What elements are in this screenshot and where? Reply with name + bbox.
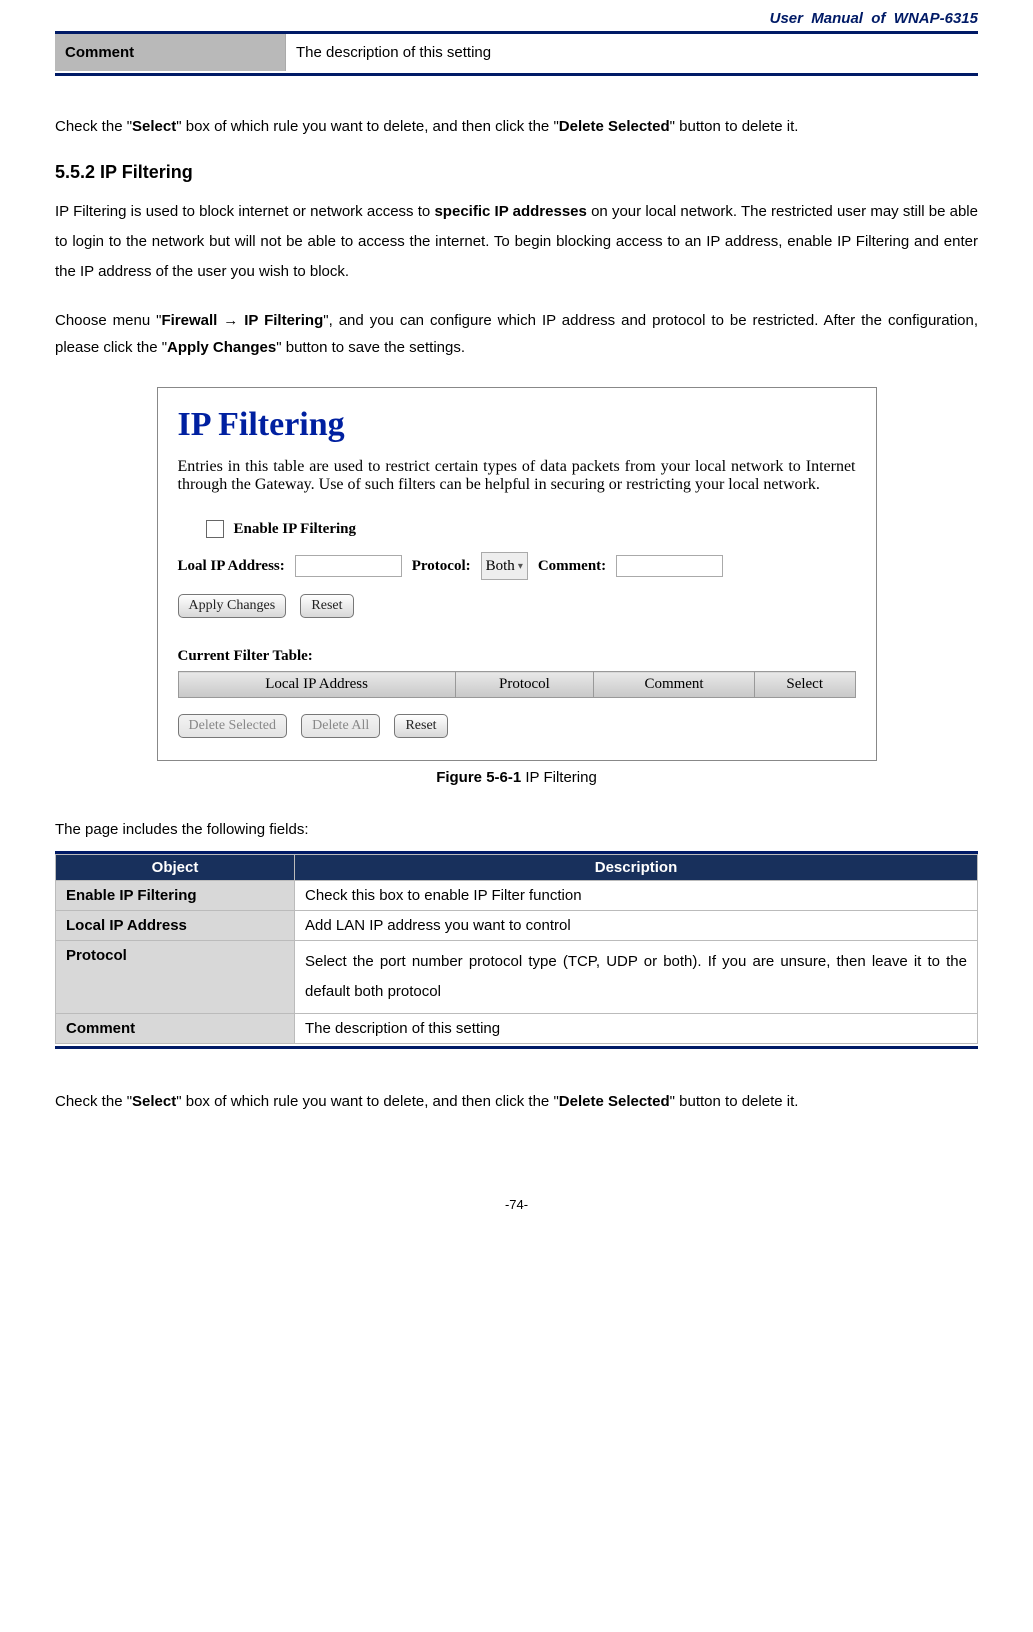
- filter-table: Local IP Address Protocol Comment Select: [178, 671, 856, 698]
- fields-head-object: Object: [56, 855, 295, 881]
- select-bold: Select: [132, 1093, 176, 1110]
- comment-bottom-rule: [55, 73, 978, 76]
- specific-ip-bold: specific IP addresses: [434, 203, 586, 220]
- delete-instruction-paragraph-1: Check the "Select" box of which rule you…: [55, 112, 978, 142]
- page-header-title: User Manual of WNAP-6315: [55, 10, 978, 27]
- screenshot-title: IP Filtering: [178, 406, 856, 444]
- reset-button-2[interactable]: Reset: [394, 714, 447, 738]
- field-object: Protocol: [56, 941, 295, 1014]
- reset-button[interactable]: Reset: [300, 594, 353, 618]
- apply-changes-button[interactable]: Apply Changes: [178, 594, 287, 618]
- chevron-down-icon: ▾: [518, 561, 523, 572]
- delete-selected-button[interactable]: Delete Selected: [178, 714, 287, 738]
- comment-table: Comment The description of this setting: [55, 34, 978, 71]
- menu-instruction-paragraph: Choose menu "Firewall → IP Filtering", a…: [55, 307, 978, 361]
- ip-filter-inputs-row: Loal IP Address: Protocol: Both ▾ Commen…: [178, 552, 856, 580]
- comment-label: Comment:: [538, 558, 606, 575]
- text: " box of which rule you want to delete, …: [176, 118, 559, 135]
- text: IP Filtering is used to block internet o…: [55, 203, 434, 220]
- field-desc: The description of this setting: [295, 1014, 978, 1044]
- comment-desc-cell: The description of this setting: [286, 34, 979, 71]
- comment-label-cell: Comment: [55, 34, 286, 71]
- current-filter-table-heading: Current Filter Table:: [178, 648, 856, 665]
- field-desc: Check this box to enable IP Filter funct…: [295, 881, 978, 911]
- text: Choose menu ": [55, 312, 161, 329]
- enable-filtering-label: Enable IP Filtering: [234, 521, 357, 538]
- text: Check the ": [55, 118, 132, 135]
- col-comment: Comment: [594, 672, 755, 698]
- text: Check the ": [55, 1093, 132, 1110]
- screenshot-description: Entries in this table are used to restri…: [178, 458, 856, 494]
- text: " button to save the settings.: [276, 339, 465, 356]
- figure-caption: Figure 5-6-1 IP Filtering: [55, 769, 978, 786]
- local-ip-input[interactable]: [295, 555, 402, 577]
- field-object: Local IP Address: [56, 911, 295, 941]
- table-row: Protocol Select the port number protocol…: [56, 941, 978, 1014]
- col-select: Select: [754, 672, 855, 698]
- delete-selected-bold: Delete Selected: [559, 118, 670, 135]
- button-row-2: Delete Selected Delete All Reset: [178, 714, 856, 738]
- fields-head-description: Description: [295, 855, 978, 881]
- text: " button to delete it.: [670, 1093, 799, 1110]
- protocol-select[interactable]: Both ▾: [481, 552, 528, 580]
- table-row: Enable IP Filtering Check this box to en…: [56, 881, 978, 911]
- text: " button to delete it.: [670, 118, 799, 135]
- field-desc: Select the port number protocol type (TC…: [295, 941, 978, 1014]
- col-protocol: Protocol: [455, 672, 593, 698]
- field-object: Enable IP Filtering: [56, 881, 295, 911]
- firewall-bold: Firewall: [161, 312, 223, 329]
- button-row-1: Apply Changes Reset: [178, 594, 856, 618]
- enable-filtering-row: Enable IP Filtering: [206, 520, 856, 538]
- apply-changes-bold: Apply Changes: [167, 339, 276, 356]
- ip-filtering-bold: IP Filtering: [238, 312, 323, 329]
- figure-number: Figure 5-6-1: [436, 769, 521, 786]
- fields-bottom-rule: [55, 1046, 978, 1049]
- table-row: Comment The description of this setting: [56, 1014, 978, 1044]
- local-ip-label: Loal IP Address:: [178, 558, 285, 575]
- protocol-label: Protocol:: [412, 558, 471, 575]
- arrow-icon: →: [223, 312, 238, 329]
- table-row: Local IP Address Add LAN IP address you …: [56, 911, 978, 941]
- field-object: Comment: [56, 1014, 295, 1044]
- fields-table: Object Description Enable IP Filtering C…: [55, 854, 978, 1044]
- ip-filtering-screenshot: IP Filtering Entries in this table are u…: [157, 387, 877, 761]
- delete-instruction-paragraph-2: Check the "Select" box of which rule you…: [55, 1087, 978, 1117]
- figure-title: IP Filtering: [521, 769, 597, 786]
- select-bold: Select: [132, 118, 176, 135]
- field-desc: Add LAN IP address you want to control: [295, 911, 978, 941]
- fields-intro: The page includes the following fields:: [55, 816, 978, 843]
- enable-filtering-checkbox[interactable]: [206, 520, 224, 538]
- ip-filtering-desc-paragraph: IP Filtering is used to block internet o…: [55, 197, 978, 287]
- protocol-select-value: Both: [486, 558, 515, 575]
- comment-input[interactable]: [616, 555, 723, 577]
- section-heading: 5.5.2 IP Filtering: [55, 162, 978, 183]
- page-number: -74-: [55, 1197, 978, 1212]
- col-local-ip: Local IP Address: [178, 672, 455, 698]
- text: " box of which rule you want to delete, …: [176, 1093, 559, 1110]
- page: User Manual of WNAP-6315 Comment The des…: [0, 0, 1033, 1242]
- delete-all-button[interactable]: Delete All: [301, 714, 380, 738]
- delete-selected-bold: Delete Selected: [559, 1093, 670, 1110]
